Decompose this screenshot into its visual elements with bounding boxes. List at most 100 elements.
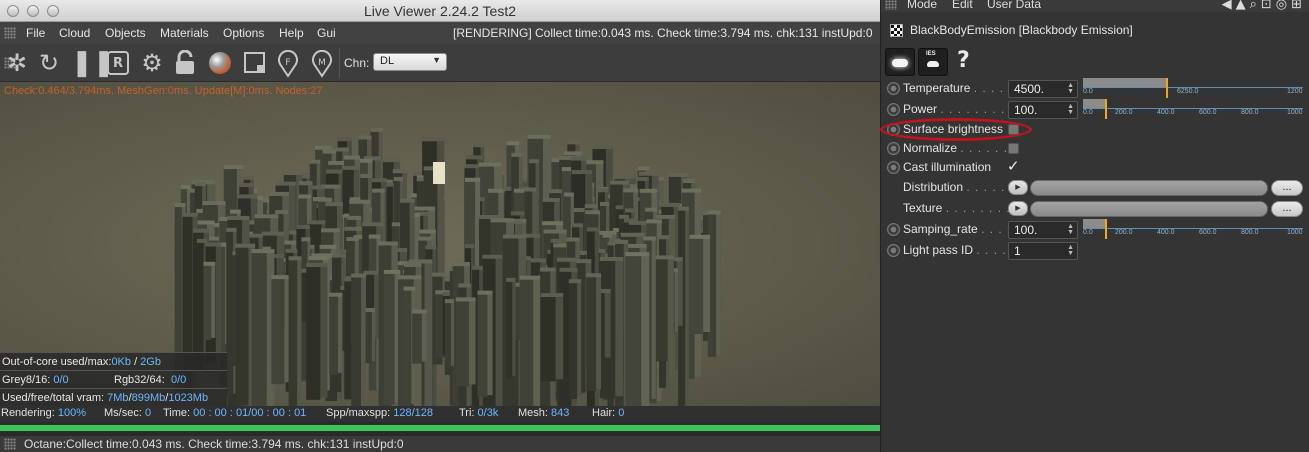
new-panel-icon[interactable]: ⊞	[1291, 0, 1306, 12]
temperature-slider[interactable]: 0.0 6250.0 1200	[1083, 78, 1303, 100]
vram-total: 1023Mb	[168, 392, 209, 404]
scene-block	[288, 256, 302, 406]
vram-free: 899Mb	[131, 392, 166, 404]
light-pass-id-input[interactable]: 1 ▲ ▼	[1008, 242, 1078, 260]
search-icon[interactable]: ⌕	[1250, 0, 1261, 12]
temperature-slider-handle[interactable]	[1165, 78, 1168, 98]
render-viewport[interactable]: Check:0.464/3.794ms. MeshGen:0ms. Update…	[0, 82, 880, 406]
tick-label: 600.0	[1199, 109, 1217, 116]
distribution-label: Distribution	[903, 180, 964, 194]
power-slider-handle[interactable]	[1105, 99, 1107, 119]
annotation-highlight-ellipse	[880, 118, 1032, 141]
pause-icon[interactable]: ❚❚	[71, 50, 115, 76]
focus-pin-icon[interactable]: F	[275, 49, 301, 78]
panel-menu-mode[interactable]: Mode	[907, 0, 937, 11]
menu-objects[interactable]: Objects	[105, 26, 146, 40]
texture-expand-button[interactable]: ▶	[1008, 201, 1028, 216]
temperature-slider-bar	[1083, 78, 1166, 87]
power-input[interactable]: 100. ▲ ▼	[1008, 101, 1078, 119]
out-of-core-used: 0Kb	[111, 356, 132, 368]
sampling-rate-slider-bar	[1083, 219, 1105, 228]
cast-illumination-animate-radio[interactable]	[887, 161, 900, 174]
power-slider-bar	[1083, 99, 1105, 108]
grey-label: Grey8/16:	[2, 374, 51, 386]
tick-label: 0.0	[1083, 109, 1093, 116]
rendering-value: 100%	[57, 407, 87, 419]
normalize-animate-radio[interactable]	[887, 142, 900, 155]
aperture-icon[interactable]: ✲	[4, 50, 30, 76]
light-pass-id-animate-radio[interactable]	[887, 244, 900, 257]
menu-gui[interactable]: Gui	[317, 26, 336, 40]
spinner-icon[interactable]: ▲ ▼	[1067, 223, 1074, 236]
vram-label: Used/free/total vram:	[2, 392, 105, 404]
scene-block	[351, 273, 367, 406]
spinner-icon[interactable]: ▲ ▼	[1067, 82, 1074, 95]
ies-label: IES	[926, 51, 936, 57]
scene-block	[689, 234, 710, 335]
scene-block	[412, 309, 427, 364]
sampling-rate-animate-radio[interactable]	[887, 223, 900, 236]
power-animate-radio[interactable]	[887, 103, 900, 116]
distribution-expand-button[interactable]: ▶	[1008, 180, 1028, 195]
material-pin-icon[interactable]: M	[309, 49, 335, 78]
menu-cloud[interactable]: Cloud	[59, 26, 90, 40]
temperature-input[interactable]: 4500. ▲ ▼	[1008, 80, 1078, 98]
cast-illumination-checkbox[interactable]: ✓	[1007, 157, 1020, 175]
normalize-checkbox[interactable]	[1008, 143, 1019, 154]
scene-block	[203, 261, 216, 340]
lock-icon[interactable]: ⊡	[1261, 0, 1276, 12]
distribution-shader-field[interactable]	[1030, 180, 1268, 196]
scene-block	[568, 279, 582, 400]
region-icon[interactable]: R	[107, 51, 129, 75]
panel-nav-icons: ◀▲⌕⊡◎⊞	[1222, 0, 1306, 12]
tick-label: 0.0	[1083, 88, 1093, 95]
status-bar: Octane:Collect time:0.043 ms. Check time…	[0, 436, 880, 452]
light-tab-button[interactable]	[885, 48, 915, 76]
power-value: 100.	[1014, 103, 1038, 117]
sampling-rate-slider-handle[interactable]	[1105, 219, 1107, 239]
temperature-dots: . . . . .	[973, 81, 1013, 95]
texture-shader-field[interactable]	[1030, 201, 1268, 217]
gear-icon[interactable]: ⚙	[139, 50, 165, 76]
texture-label: Texture	[903, 201, 943, 215]
back-arrow-icon[interactable]: ◀	[1222, 0, 1236, 12]
menu-materials[interactable]: Materials	[160, 26, 209, 40]
target-icon[interactable]: ◎	[1276, 0, 1291, 12]
spinner-icon[interactable]: ▲ ▼	[1067, 103, 1074, 116]
scene-block	[251, 249, 275, 406]
refresh-icon[interactable]: ↻	[36, 50, 62, 76]
spinner-icon[interactable]: ▲ ▼	[1067, 244, 1074, 257]
panel-menu-user-data[interactable]: User Data	[987, 0, 1041, 11]
material-ball-icon[interactable]	[207, 50, 233, 76]
texture-count-row: Grey8/16: 0/0 Rgb32/64: 0/0	[0, 370, 227, 388]
grey-value: 0/0	[53, 374, 69, 386]
panel-menu-edit[interactable]: Edit	[952, 0, 973, 11]
crop-icon[interactable]	[242, 50, 268, 76]
distribution-row: Distribution . . . . . ▶ ...	[880, 178, 1309, 198]
light-pass-id-value: 1	[1014, 244, 1021, 258]
channel-select[interactable]: DL ▼	[373, 53, 447, 71]
render-progress-bar	[0, 422, 880, 436]
menu-file[interactable]: File	[26, 26, 45, 40]
scene-block	[306, 262, 328, 400]
sampling-rate-row: Samping_rate . . . . 100. ▲ ▼ 0.0 200.0 40…	[880, 219, 1309, 241]
menu-help[interactable]: Help	[279, 26, 304, 40]
hair-label: Hair:	[592, 407, 616, 419]
texture-more-button[interactable]: ...	[1271, 201, 1303, 217]
mesh-label: Mesh:	[518, 407, 548, 419]
temperature-value: 4500.	[1014, 82, 1045, 96]
lock-icon[interactable]	[172, 49, 198, 76]
pointer-icon[interactable]: ▲	[1236, 0, 1250, 12]
grip-icon	[885, 0, 897, 10]
spp-label: Spp/maxspp:	[326, 407, 391, 419]
menu-options[interactable]: Options	[223, 26, 264, 40]
distribution-more-button[interactable]: ...	[1271, 180, 1303, 196]
tick-label: 800.0	[1241, 229, 1259, 236]
sampling-rate-input[interactable]: 100. ▲ ▼	[1008, 221, 1078, 239]
sampling-rate-slider[interactable]: 0.0 200.0 400.0 600.0 800.0 1000	[1083, 219, 1303, 241]
help-icon[interactable]: ?	[957, 48, 970, 73]
ies-tab-button[interactable]: IES	[918, 48, 948, 76]
memory-info-box: Out-of-core used/max:0Kb / 2Gb Grey8/16:…	[0, 352, 227, 406]
temperature-animate-radio[interactable]	[887, 82, 900, 95]
power-slider[interactable]: 0.0 200.0 400.0 600.0 800.0 1000	[1083, 99, 1303, 121]
